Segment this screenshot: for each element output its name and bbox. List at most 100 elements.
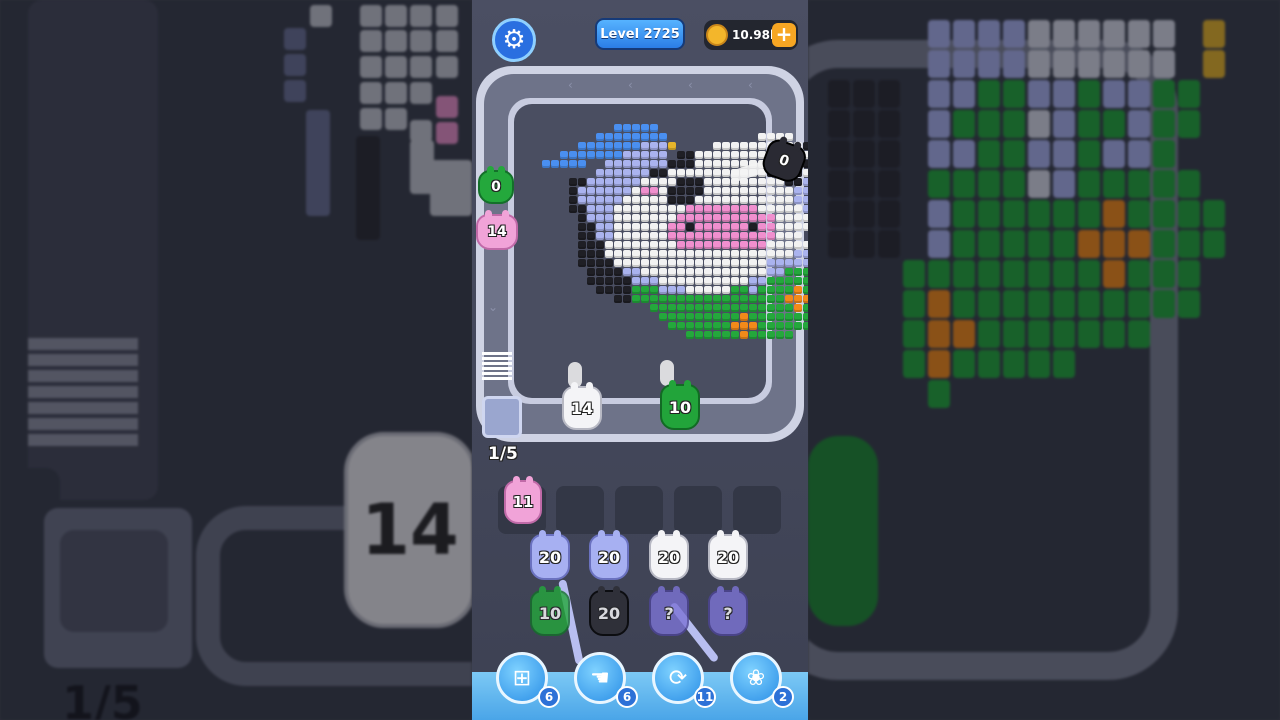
pixel-block <box>686 286 694 294</box>
pixel-block <box>695 331 703 339</box>
pixel-block <box>767 250 775 258</box>
pixel-block <box>659 187 667 195</box>
waiting-slot[interactable] <box>556 486 604 534</box>
lane-pig[interactable]: 20 <box>708 530 748 580</box>
lane-pig[interactable]: 20 <box>649 530 689 580</box>
pixel-block <box>767 223 775 231</box>
pixel-block <box>686 295 694 303</box>
pixel-block <box>704 187 712 195</box>
belt-arrow-icon: ‹ <box>628 78 633 92</box>
pixel-block <box>767 205 775 213</box>
pixel-block <box>767 322 775 330</box>
pixel-block <box>650 277 658 285</box>
pixel-block <box>767 268 775 276</box>
pixel-block <box>794 277 802 285</box>
pixel-block <box>749 250 757 258</box>
pixel-block <box>641 142 649 150</box>
pixel-block <box>776 304 784 312</box>
lane-pig[interactable]: 20 <box>530 530 570 580</box>
pixel-block <box>623 286 631 294</box>
pixel-block <box>749 214 757 222</box>
slot-pig[interactable]: 11 <box>504 476 542 524</box>
pixel-block <box>776 223 784 231</box>
waiting-slot[interactable] <box>615 486 663 534</box>
pixel-block <box>578 241 586 249</box>
pink-shooter-pig[interactable]: 14 <box>476 210 518 250</box>
pixel-block <box>668 268 676 276</box>
pixel-block <box>686 241 694 249</box>
pixel-block <box>713 214 721 222</box>
pixel-block <box>641 241 649 249</box>
pixel-block <box>668 304 676 312</box>
pixel-block <box>740 331 748 339</box>
pixel-block <box>713 259 721 267</box>
pixel-block <box>677 313 685 321</box>
green-shooter-pig[interactable]: 0 <box>478 166 514 204</box>
pixel-block <box>578 214 586 222</box>
pixel-block <box>776 196 784 204</box>
pixel-block <box>623 151 631 159</box>
pixel-block <box>758 313 766 321</box>
pixel-block <box>596 133 604 141</box>
pixel-block <box>722 214 730 222</box>
pixel-block <box>767 304 775 312</box>
pixel-block <box>758 187 766 195</box>
pixel-block <box>749 223 757 231</box>
pixel-block <box>650 187 658 195</box>
pixel-block <box>686 268 694 276</box>
add-coins-button[interactable]: + <box>772 23 796 47</box>
pixel-block <box>668 187 676 195</box>
pixel-block <box>668 286 676 294</box>
white-shooter-pig[interactable]: 14 <box>562 382 602 430</box>
pixel-block <box>749 313 757 321</box>
lane-pig-count: 20 <box>597 547 621 567</box>
lane-pig-count: 20 <box>657 547 681 567</box>
pixel-block <box>686 178 694 186</box>
pixel-block <box>587 277 595 285</box>
pixel-block <box>749 151 757 159</box>
pig-icon: ❀ <box>746 665 766 691</box>
pixel-block <box>659 304 667 312</box>
pixel-block <box>803 277 808 285</box>
pixel-block <box>740 313 748 321</box>
pixel-block <box>704 250 712 258</box>
settings-button[interactable]: ⚙ <box>492 18 536 62</box>
pixel-block <box>713 250 721 258</box>
pixel-block <box>569 178 577 186</box>
lane-pig[interactable]: 20 <box>589 530 629 580</box>
pixel-block <box>731 313 739 321</box>
pixel-block <box>713 196 721 204</box>
waiting-slot[interactable] <box>674 486 722 534</box>
lane-pig-count: 20 <box>716 547 740 567</box>
pixel-block <box>623 160 631 168</box>
pixel-block <box>785 196 793 204</box>
pixel-block <box>632 142 640 150</box>
pixel-block <box>794 250 802 258</box>
pixel-block <box>623 169 631 177</box>
pixel-block <box>785 277 793 285</box>
waiting-slot[interactable] <box>733 486 781 534</box>
pixel-block <box>587 223 595 231</box>
pixel-block <box>758 277 766 285</box>
pixel-block <box>605 142 613 150</box>
pixel-block <box>587 178 595 186</box>
pixel-block <box>776 232 784 240</box>
pixel-block <box>614 205 622 213</box>
lane-pig: 10 <box>530 586 570 636</box>
pixel-block <box>596 250 604 258</box>
pixel-block <box>596 277 604 285</box>
pixel-block <box>641 259 649 267</box>
add-slot-icon: ⊞ <box>512 665 532 691</box>
pixel-block <box>605 160 613 168</box>
pixel-block <box>731 151 739 159</box>
pixel-block <box>614 133 622 141</box>
pixel-block <box>794 259 802 267</box>
pixel-block <box>641 268 649 276</box>
green-shooter-pig[interactable]: 10 <box>660 380 700 430</box>
pixel-block <box>632 187 640 195</box>
pixel-block <box>803 178 808 186</box>
pixel-block <box>722 268 730 276</box>
pixel-block <box>623 241 631 249</box>
pixel-block <box>749 232 757 240</box>
pixel-block <box>695 178 703 186</box>
